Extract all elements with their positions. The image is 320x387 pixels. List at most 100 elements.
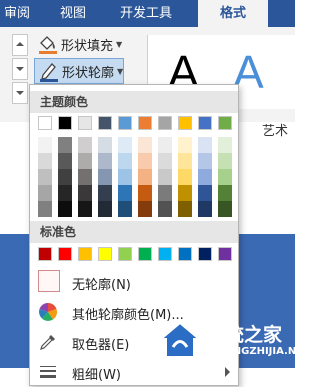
theme-shade-swatch[interactable] — [38, 185, 52, 201]
shape-outline-button[interactable]: 形状轮廓 ▼ — [34, 58, 125, 84]
theme-shade-swatch[interactable] — [58, 201, 72, 217]
theme-color-swatch[interactable] — [78, 116, 92, 130]
theme-shade-swatch[interactable] — [98, 137, 112, 153]
theme-color-swatch[interactable] — [178, 116, 192, 130]
theme-shade-swatch[interactable] — [78, 153, 92, 169]
watermark-url: XITONGZHIJIA.NET — [206, 346, 310, 357]
theme-shade-swatch[interactable] — [78, 169, 92, 185]
theme-shade-swatch[interactable] — [198, 137, 212, 153]
theme-color-swatch[interactable] — [218, 116, 232, 130]
theme-shade-swatch[interactable] — [198, 185, 212, 201]
site-watermark: 系统之家 XITONGZHIJIA.NET — [150, 318, 310, 368]
theme-shade-swatch[interactable] — [58, 185, 72, 201]
no-outline-swatch-icon — [38, 270, 60, 292]
theme-shade-swatch[interactable] — [118, 153, 132, 169]
theme-shade-swatch[interactable] — [198, 169, 212, 185]
gallery-more-button[interactable] — [12, 82, 28, 104]
theme-shade-swatch[interactable] — [118, 169, 132, 185]
theme-shade-swatch[interactable] — [38, 153, 52, 169]
theme-shade-swatch[interactable] — [138, 153, 152, 169]
color-wheel-icon — [38, 302, 58, 322]
theme-shade-swatch[interactable] — [178, 201, 192, 217]
theme-color-swatch[interactable] — [198, 116, 212, 130]
shape-outline-label: 形状轮廓 — [62, 65, 115, 81]
standard-color-swatch[interactable] — [178, 247, 192, 261]
theme-shade-swatch[interactable] — [198, 201, 212, 217]
theme-color-swatch[interactable] — [58, 116, 72, 130]
theme-shade-swatch[interactable] — [98, 185, 112, 201]
chevron-down-icon: ▼ — [117, 66, 124, 76]
theme-shade-swatch[interactable] — [138, 185, 152, 201]
standard-color-swatch[interactable] — [118, 247, 132, 261]
theme-shade-swatch[interactable] — [178, 137, 192, 153]
theme-shade-swatch[interactable] — [138, 169, 152, 185]
no-outline-label: 无轮廓(N) — [72, 278, 131, 293]
standard-color-swatch[interactable] — [38, 247, 52, 261]
theme-shade-swatch[interactable] — [158, 153, 172, 169]
theme-shade-swatch[interactable] — [98, 153, 112, 169]
theme-shade-swatch[interactable] — [158, 201, 172, 217]
ribbon-tab-bar: 审阅 视图 开发工具 格式 — [0, 0, 295, 27]
gallery-scroll-up-button[interactable] — [12, 34, 28, 56]
pen-outline-icon — [38, 60, 60, 82]
chevron-down-icon: ▼ — [116, 39, 123, 49]
theme-shade-swatch[interactable] — [78, 137, 92, 153]
theme-color-swatch[interactable] — [38, 116, 52, 130]
theme-shade-swatch[interactable] — [138, 137, 152, 153]
theme-color-swatch[interactable] — [158, 116, 172, 130]
theme-shade-swatch[interactable] — [38, 169, 52, 185]
tab-format[interactable]: 格式 — [198, 0, 268, 27]
shape-fill-button[interactable]: 形状填充 ▼ — [34, 32, 122, 56]
line-weight-icon — [38, 362, 58, 382]
theme-shade-swatch[interactable] — [218, 169, 232, 185]
theme-shade-swatch[interactable] — [38, 137, 52, 153]
no-outline-menu-item[interactable]: 无轮廓(N) — [30, 267, 238, 297]
gallery-scroll-controls — [0, 30, 28, 106]
standard-color-swatch[interactable] — [158, 247, 172, 261]
theme-shade-swatch[interactable] — [38, 201, 52, 217]
theme-shade-swatch[interactable] — [178, 185, 192, 201]
theme-shade-swatch[interactable] — [218, 185, 232, 201]
theme-shade-swatch[interactable] — [78, 201, 92, 217]
theme-shade-swatch[interactable] — [138, 201, 152, 217]
tab-developer[interactable]: 开发工具 — [120, 0, 172, 27]
theme-color-swatch[interactable] — [118, 116, 132, 130]
theme-shade-swatch[interactable] — [198, 153, 212, 169]
standard-color-swatch[interactable] — [98, 247, 112, 261]
theme-shade-swatch[interactable] — [218, 137, 232, 153]
theme-shade-swatch[interactable] — [118, 201, 132, 217]
weight-label: 粗细(W) — [72, 368, 121, 383]
chevron-right-icon — [225, 367, 230, 377]
standard-color-swatch[interactable] — [198, 247, 212, 261]
theme-shade-swatch[interactable] — [58, 169, 72, 185]
paint-bucket-icon — [37, 33, 59, 55]
house-logo-icon — [158, 321, 202, 358]
theme-shade-swatch[interactable] — [158, 169, 172, 185]
eyedropper-label: 取色器(E) — [72, 338, 130, 353]
theme-colors-header: 主题颜色 — [30, 91, 238, 113]
theme-shade-swatch[interactable] — [218, 201, 232, 217]
standard-color-swatch[interactable] — [58, 247, 72, 261]
theme-shade-swatch[interactable] — [98, 169, 112, 185]
standard-color-swatch[interactable] — [138, 247, 152, 261]
theme-shade-swatch[interactable] — [118, 137, 132, 153]
theme-shade-swatch[interactable] — [158, 185, 172, 201]
theme-shade-swatch[interactable] — [58, 137, 72, 153]
tab-review[interactable]: 审阅 — [4, 0, 30, 27]
theme-shade-swatch[interactable] — [118, 185, 132, 201]
theme-color-swatch[interactable] — [98, 116, 112, 130]
tab-view[interactable]: 视图 — [60, 0, 86, 27]
theme-shade-swatch[interactable] — [78, 185, 92, 201]
theme-shade-swatch[interactable] — [178, 169, 192, 185]
theme-color-swatch[interactable] — [138, 116, 152, 130]
theme-shade-swatch[interactable] — [98, 201, 112, 217]
theme-shade-swatch[interactable] — [58, 153, 72, 169]
standard-color-swatch[interactable] — [78, 247, 92, 261]
theme-shade-swatch[interactable] — [178, 153, 192, 169]
theme-shade-swatch[interactable] — [218, 153, 232, 169]
theme-shade-swatch[interactable] — [158, 137, 172, 153]
standard-color-swatch[interactable] — [218, 247, 232, 261]
standard-colors-header: 标准色 — [30, 221, 238, 243]
gallery-scroll-down-button[interactable] — [12, 58, 28, 80]
watermark-text: 系统之家 — [206, 324, 283, 346]
